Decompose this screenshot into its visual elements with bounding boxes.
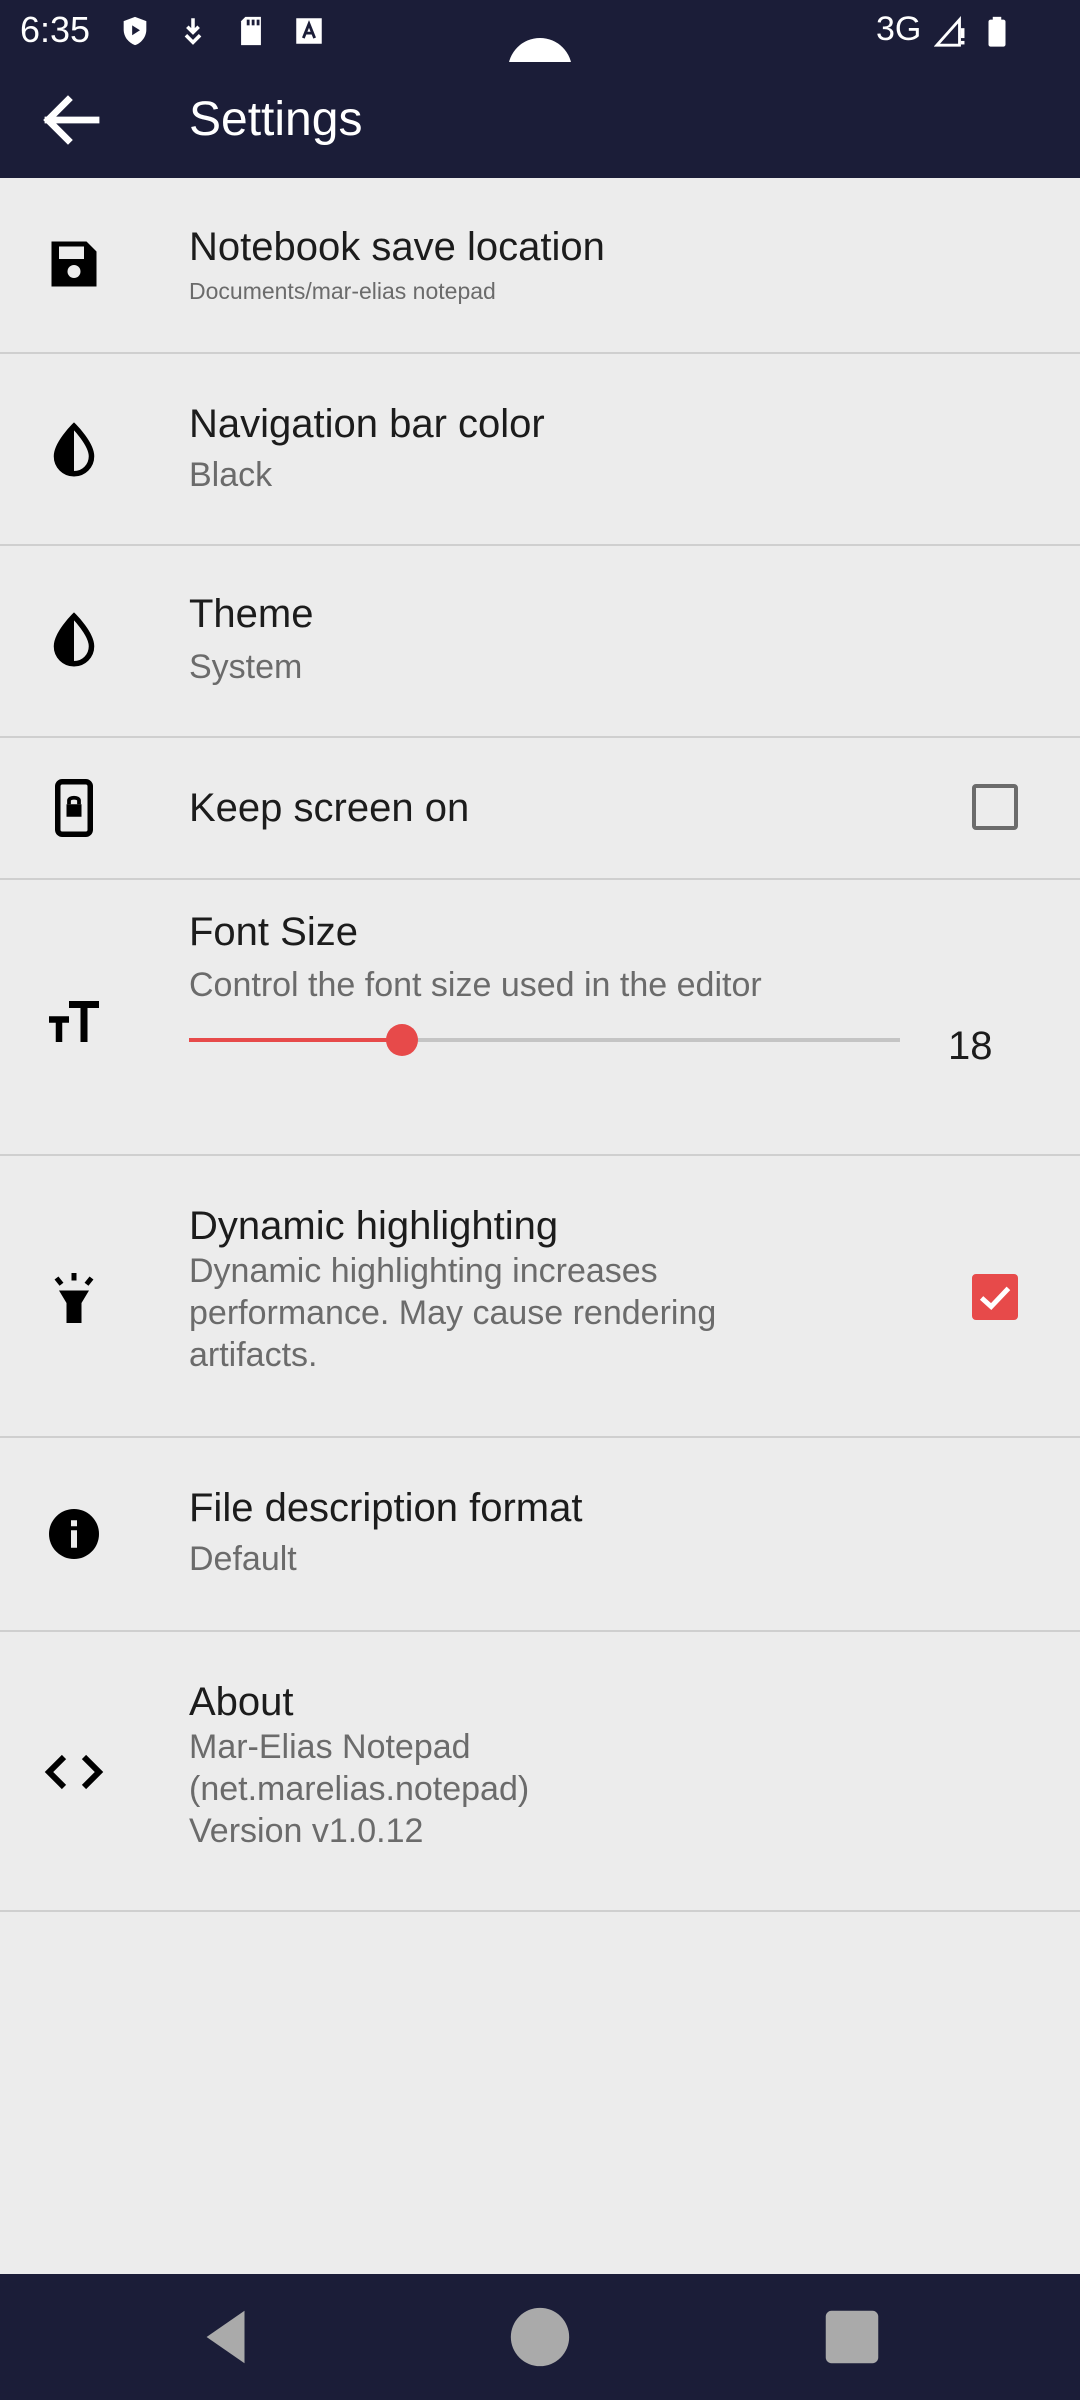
setting-about[interactable]: About Mar-Elias Notepad (net.marelias.no… [0,1632,1080,1912]
code-icon [44,1754,104,1790]
setting-description: Control the font size used in the editor [189,966,762,1004]
setting-keep-screen-on[interactable]: Keep screen on [0,738,1080,880]
setting-save-location[interactable]: Notebook save location Documents/mar-eli… [0,178,1080,354]
page-title: Settings [189,93,363,146]
app-version: Version v1.0.12 [189,1812,424,1850]
setting-title: File description format [189,1486,583,1530]
font-size-slider-thumb[interactable] [386,1024,419,1056]
setting-title: Navigation bar color [189,402,545,446]
network-type: 3G [876,10,922,48]
setting-title: Theme [189,592,314,636]
setting-title: Font Size [189,910,358,954]
screen-lock-icon [55,779,93,837]
nav-back-icon[interactable] [192,2302,262,2372]
arrow-back-icon[interactable] [36,88,108,152]
setting-value: System [189,648,303,686]
font-a-icon [296,18,322,44]
status-time: 6:35 [20,9,91,50]
save-icon [51,241,97,287]
font-size-value: 18 [948,1024,993,1068]
setting-value: Black [189,456,273,494]
app-bar: Settings [0,62,1080,178]
setting-dynamic-highlighting[interactable]: Dynamic highlighting Dynamic highlightin… [0,1156,1080,1438]
setting-title: About [189,1680,294,1724]
contrast-drop-icon [53,422,95,477]
sd-card-icon [241,16,261,46]
info-icon [49,1509,99,1559]
setting-title: Keep screen on [189,786,470,830]
nav-recents-icon[interactable] [817,2302,887,2372]
nav-home-icon[interactable] [505,2302,575,2372]
setting-title: Dynamic highlighting [189,1204,559,1248]
battery-icon [988,16,1006,47]
keep-screen-on-checkbox[interactable] [972,784,1018,830]
flashlight-icon [54,1273,94,1323]
shield-play-icon [123,16,147,46]
download-icon [184,18,202,45]
status-bar: 6:35 3G [0,0,1080,102]
setting-value: Documents/mar-elias notepad [189,278,496,304]
text-size-icon [49,1001,99,1042]
dynamic-highlighting-checkbox[interactable] [972,1274,1018,1320]
font-size-slider-track[interactable] [402,1038,900,1042]
contrast-drop-icon [53,612,95,667]
setting-font-size: Font Size Control the font size used in … [0,880,1080,1156]
description-line: Dynamic highlighting increases [189,1252,658,1290]
font-size-slider-active-track[interactable] [189,1038,403,1042]
setting-theme[interactable]: Theme System [0,546,1080,738]
system-nav-bar [0,2274,1080,2400]
setting-file-description-format[interactable]: File description format Default [0,1438,1080,1632]
setting-title: Notebook save location [189,225,605,269]
setting-description: Dynamic highlighting increases performan… [189,1250,716,1376]
about-details: Mar-Elias Notepad (net.marelias.notepad)… [189,1726,529,1852]
setting-nav-bar-color[interactable]: Navigation bar color Black [0,354,1080,546]
package-name: (net.marelias.notepad) [189,1770,530,1808]
description-line: artifacts. [189,1336,318,1374]
signal-icon [934,15,965,47]
check-icon [979,1286,1011,1311]
description-line: performance. May cause rendering [189,1294,717,1332]
setting-value: Default [189,1540,297,1578]
app-name: Mar-Elias Notepad [189,1728,471,1766]
